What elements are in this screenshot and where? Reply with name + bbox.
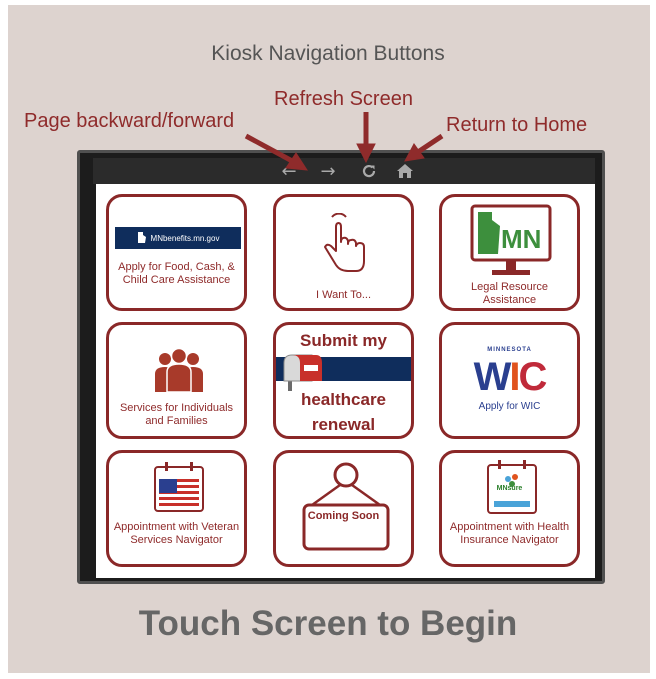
mailbox-icon [283, 354, 322, 391]
arrow-left-icon[interactable]: ← [276, 160, 302, 182]
tile-health-insurance-label: Appointment with Health Insurance Naviga… [449, 521, 570, 546]
tile-submit-healthcare-renewal[interactable]: Submit my healthcare renewal [273, 322, 414, 439]
people-group-icon [155, 348, 203, 392]
tile-services-individuals-families[interactable]: Services for Individuals and Families [106, 322, 247, 439]
hanging-sign-icon [302, 462, 390, 551]
page-heading: Kiosk Navigation Buttons [211, 42, 445, 65]
tile-food-cash-assistance[interactable]: MNbenefits.mn.gov Apply for Food, Cash, … [106, 194, 247, 311]
refresh-icon[interactable] [356, 160, 382, 182]
annotation-return-home: Return to Home [446, 114, 588, 136]
kiosk-nav-bar [93, 158, 595, 184]
minnesota-icon [137, 232, 146, 243]
tile-legal-resource[interactable]: MN Legal Resource Assistance [439, 194, 580, 311]
annotation-page-back-forward: Page backward/forward [24, 110, 235, 132]
tile-i-want-to-label: I Want To... [315, 289, 372, 301]
coming-soon-text: Coming Soon [307, 510, 380, 522]
tile-legal-label: Legal Resource Assistance [470, 281, 549, 306]
home-icon[interactable] [392, 160, 418, 182]
calendar-flag-icon [154, 462, 204, 512]
healthcare-line3: renewal [311, 415, 376, 434]
annotation-refresh: Refresh Screen [274, 88, 413, 110]
tile-i-want-to[interactable]: I Want To... [273, 194, 414, 311]
mnbenefits-logo: MNbenefits.mn.gov [115, 227, 241, 249]
tile-food-cash-label: Apply for Food, Cash, & Child Care Assis… [118, 261, 235, 286]
arrow-right-icon[interactable]: → [315, 160, 341, 182]
wic-minnesota-text: MINNESOTA [487, 347, 532, 353]
tile-veteran-label: Appointment with Veteran Services Naviga… [113, 521, 240, 546]
tile-services-label: Services for Individuals and Families [119, 402, 234, 427]
tile-veteran-services[interactable]: Appointment with Veteran Services Naviga… [106, 450, 247, 567]
tile-coming-soon[interactable]: Coming Soon [273, 450, 414, 567]
wic-logo: WIC [473, 355, 548, 399]
tile-wic-label: Apply for WIC [478, 401, 541, 412]
tile-apply-wic[interactable]: MINNESOTA WIC Apply for WIC [439, 322, 580, 439]
monitor-mn-icon: MN [470, 204, 552, 275]
healthcare-line2: healthcare [300, 390, 387, 409]
mnbenefits-logo-text: MNbenefits.mn.gov [150, 233, 220, 243]
hand-pointer-icon [324, 213, 365, 272]
mnsure-logo-text: MNsure [496, 485, 523, 492]
legal-mn-text: MN [501, 224, 541, 254]
healthcare-line1: Submit my [300, 331, 387, 350]
tile-health-insurance[interactable]: MNsure Appointment with Health Insurance… [439, 450, 580, 567]
touch-to-begin-text: Touch Screen to Begin [138, 604, 518, 643]
